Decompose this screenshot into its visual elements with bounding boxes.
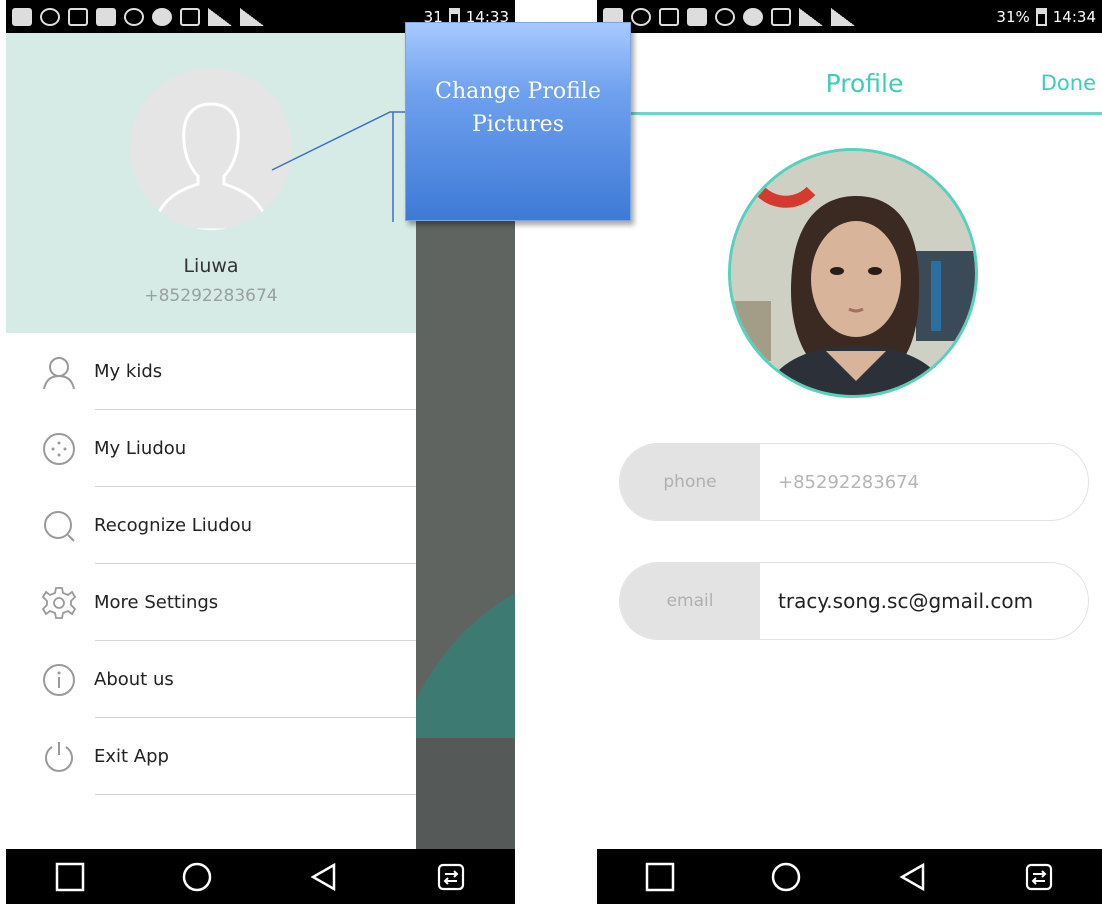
menu-label: Recognize Liudou — [94, 515, 253, 536]
menu-label: My kids — [94, 361, 163, 382]
email-field[interactable]: email tracy.song.sc@gmail.com — [619, 562, 1089, 640]
recents-button[interactable] — [640, 857, 680, 897]
info-icon — [40, 661, 78, 699]
system-nav-bar — [597, 849, 1102, 904]
menu-label: About us — [94, 669, 174, 690]
calendar-icon — [659, 7, 679, 26]
vibrate-icon — [771, 7, 791, 26]
switch-sim-button[interactable] — [431, 857, 471, 897]
callout-text-line-1: Change Profile — [435, 79, 601, 104]
profile-avatar[interactable] — [130, 68, 292, 230]
vibrate-icon — [180, 7, 200, 26]
page-title: Profile — [825, 69, 904, 98]
signal-icon — [208, 7, 232, 26]
home-button[interactable] — [177, 857, 217, 897]
cloud-icon — [40, 7, 60, 26]
menu-label: More Settings — [94, 592, 219, 613]
callout-text-line-2: Pictures — [472, 112, 564, 137]
done-button[interactable]: Done — [1041, 71, 1096, 95]
menu-item-my-liudou[interactable]: My Liudou — [6, 410, 416, 487]
navigation-drawer: Liuwa +85292283674 My kids My Liudou Rec… — [6, 33, 416, 849]
cloud-icon — [631, 7, 651, 26]
annotation-callout: Change Profile Pictures — [405, 22, 631, 221]
recents-button[interactable] — [50, 857, 90, 897]
home-button[interactable] — [766, 857, 806, 897]
liudou-icon — [40, 430, 78, 468]
triangle-back-icon — [310, 862, 336, 891]
triangle-back-icon — [899, 862, 924, 891]
facebook-icon — [96, 7, 116, 26]
user-name: Liuwa — [183, 255, 239, 277]
phone-label: phone — [620, 444, 760, 520]
back-button[interactable] — [304, 857, 344, 897]
menu-item-recognize-liudou[interactable]: Recognize Liudou — [6, 487, 416, 564]
search-icon — [715, 7, 735, 26]
search-icon — [40, 507, 78, 545]
email-value[interactable]: tracy.song.sc@gmail.com — [760, 563, 1088, 639]
status-bar: 31% 14:34 — [597, 0, 1102, 33]
signal-icon — [799, 7, 823, 26]
menu-item-about-us[interactable]: About us — [6, 641, 416, 718]
clock: 14:34 — [1052, 7, 1096, 26]
swap-icon — [438, 863, 465, 890]
signal-icon — [831, 7, 855, 26]
gear-icon — [40, 584, 78, 622]
menu-item-my-kids[interactable]: My kids — [6, 333, 416, 410]
square-icon — [645, 862, 675, 891]
user-phone: +85292283674 — [144, 286, 278, 306]
power-icon — [40, 738, 78, 776]
menu-label: Exit App — [94, 746, 169, 767]
signal-icon — [240, 7, 264, 26]
profile-photo[interactable] — [728, 148, 978, 398]
bluetooth-icon — [743, 7, 763, 26]
person-silhouette-icon — [150, 102, 272, 230]
drawer-menu: My kids My Liudou Recognize Liudou More … — [6, 333, 416, 795]
circle-icon — [182, 862, 212, 891]
back-button[interactable] — [893, 857, 933, 897]
phone-value[interactable]: +85292283674 — [760, 444, 1088, 520]
menu-label: My Liudou — [94, 438, 187, 459]
system-nav-bar — [6, 849, 515, 904]
bluetooth-icon — [152, 7, 172, 26]
drawer-scrim[interactable] — [416, 738, 515, 849]
right-screen: 31% 14:34 Profile Done phone +8529228367… — [597, 0, 1102, 904]
circle-icon — [772, 862, 801, 891]
facebook-icon — [687, 7, 707, 26]
profile-header: Profile Done — [597, 33, 1102, 115]
message-icon — [12, 7, 32, 26]
switch-sim-button[interactable] — [1019, 857, 1059, 897]
search-icon — [124, 7, 144, 26]
person-icon — [40, 353, 78, 391]
calendar-icon — [68, 7, 88, 26]
menu-item-exit-app[interactable]: Exit App — [6, 718, 416, 795]
drawer-header: Liuwa +85292283674 — [6, 33, 416, 333]
battery-text: 31% — [996, 7, 1030, 26]
menu-item-more-settings[interactable]: More Settings — [6, 564, 416, 641]
phone-field[interactable]: phone +85292283674 — [619, 443, 1089, 521]
battery-icon — [1035, 7, 1047, 26]
portrait-photo-image — [731, 151, 975, 395]
email-label: email — [620, 563, 760, 639]
square-icon — [55, 862, 84, 891]
swap-icon — [1025, 863, 1052, 890]
